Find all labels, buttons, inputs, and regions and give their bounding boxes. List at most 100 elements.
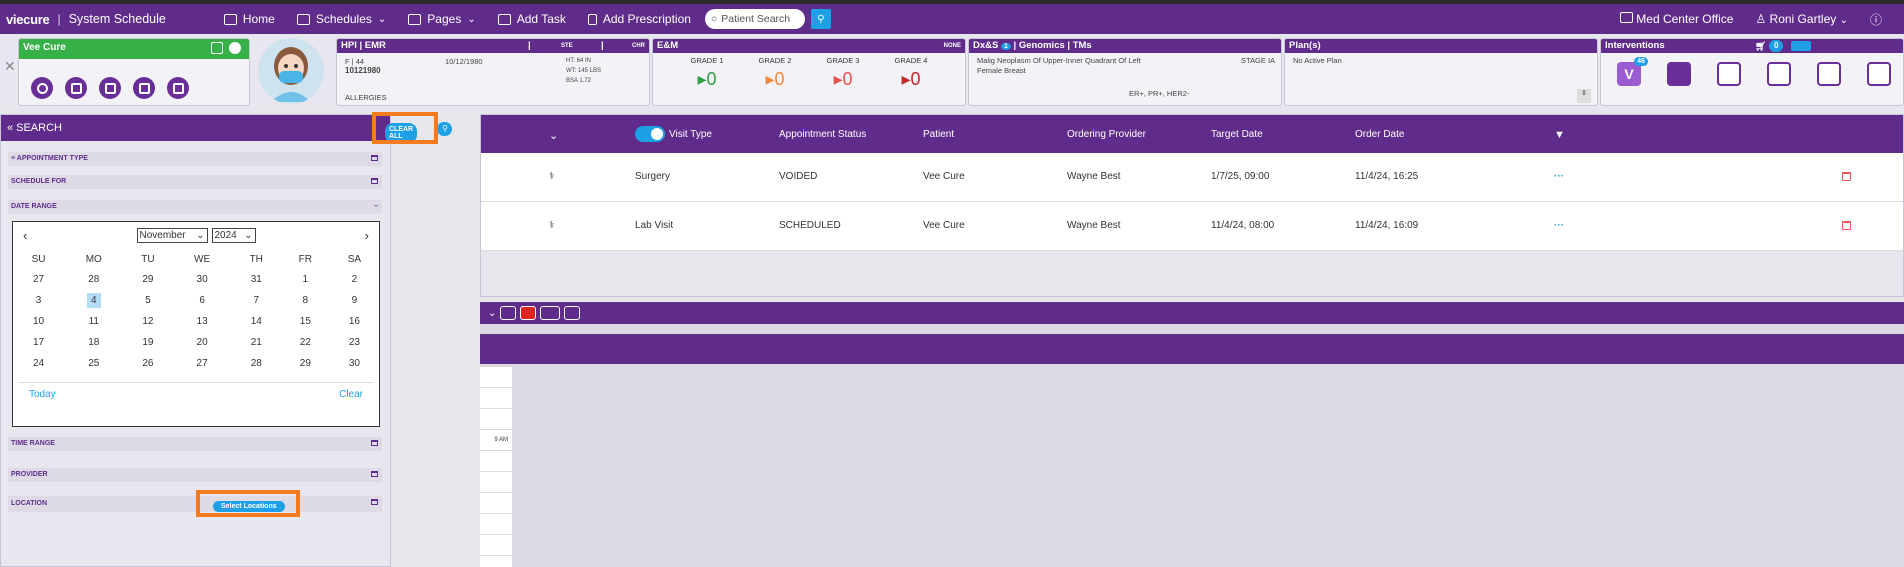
calendar-day[interactable]: 7: [232, 290, 281, 311]
calendar-day[interactable]: 29: [123, 269, 172, 290]
calendar-day[interactable]: 24: [13, 353, 64, 374]
calendar-day[interactable]: 9: [330, 290, 379, 311]
calendar-day[interactable]: 30: [330, 353, 379, 374]
calendar-day[interactable]: 1: [281, 269, 330, 290]
nav-pages[interactable]: Pages ⌄: [408, 12, 476, 26]
appointment-type-section[interactable]: ≡ APPOINTMENT TYPE: [8, 152, 382, 166]
diagnosis-text[interactable]: Malig Neoplasm Of Upper-Inner Quadrant O…: [977, 56, 1147, 76]
grade-4[interactable]: GRADE 4 ▸0: [895, 56, 928, 90]
verify-cart-icon[interactable]: [1791, 41, 1811, 51]
clipboard-icon[interactable]: [99, 77, 121, 99]
prev-month-icon[interactable]: ‹: [23, 228, 27, 243]
search-submit-button[interactable]: ⚲: [438, 122, 452, 136]
maximize-icon[interactable]: [371, 440, 378, 446]
nav-home[interactable]: Home: [223, 12, 275, 26]
expand-all-icon[interactable]: ⌄: [549, 129, 558, 142]
date-range-section[interactable]: DATE RANGE –: [8, 200, 382, 214]
schedule-for-section[interactable]: SCHEDULE FOR: [8, 175, 382, 189]
col-patient[interactable]: Patient: [923, 129, 954, 140]
calendar-day[interactable]: 11: [64, 311, 123, 332]
calendar-day[interactable]: 22: [281, 332, 330, 353]
time-slot[interactable]: [480, 367, 512, 388]
grade-3[interactable]: GRADE 3 ▸0: [827, 56, 860, 90]
plan-title[interactable]: Plan(s): [1289, 40, 1321, 51]
calendar-day[interactable]: 29: [281, 353, 330, 374]
edit-icon[interactable]: [211, 42, 223, 54]
time-slot[interactable]: [480, 514, 512, 535]
cell-patient[interactable]: Vee Cure: [923, 220, 965, 231]
calendar-day[interactable]: 14: [232, 311, 281, 332]
calendar-day[interactable]: 13: [172, 311, 231, 332]
calendar-day[interactable]: 8: [281, 290, 330, 311]
calendar-day[interactable]: 26: [123, 353, 172, 374]
calendar-day[interactable]: 5: [123, 290, 172, 311]
document-icon[interactable]: [167, 77, 189, 99]
globe-icon[interactable]: [31, 77, 53, 99]
time-slot[interactable]: [480, 472, 512, 493]
add-intervention-icon[interactable]: [1867, 62, 1891, 86]
user-menu[interactable]: ♙ Roni Gartley ⌄: [1755, 12, 1848, 26]
month-select[interactable]: November ⌄: [136, 228, 208, 243]
location-section[interactable]: LOCATION: [8, 496, 382, 512]
calendar-day[interactable]: 15: [281, 311, 330, 332]
ste-tab[interactable]: STE: [561, 39, 573, 53]
hpi-title[interactable]: HPI | EMR: [341, 40, 386, 51]
clear-link[interactable]: Clear: [339, 389, 363, 400]
nav-add-prescription[interactable]: Add Prescription: [587, 12, 691, 26]
more-options-icon[interactable]: ···: [1554, 171, 1564, 182]
calendar-day[interactable]: 19: [123, 332, 172, 353]
filter-icon[interactable]: ▼: [1554, 129, 1565, 141]
calendar-day[interactable]: 31: [232, 269, 281, 290]
calendar-day[interactable]: 18: [64, 332, 123, 353]
calendar-day[interactable]: 20: [172, 332, 231, 353]
time-range-section[interactable]: TIME RANGE: [8, 437, 382, 451]
calendar-day[interactable]: 16: [330, 311, 379, 332]
patient-name[interactable]: Vee Cure: [23, 42, 66, 53]
cell-patient[interactable]: Vee Cure: [923, 171, 965, 182]
stop-icon[interactable]: [520, 306, 537, 320]
minimize-icon[interactable]: –: [374, 200, 378, 214]
chart-icon[interactable]: [1767, 62, 1791, 86]
calendar-day[interactable]: 21: [232, 332, 281, 353]
cart-icon[interactable]: 🛒︎: [1755, 39, 1766, 53]
app-logo[interactable]: viecure: [6, 12, 50, 27]
nav-schedules[interactable]: Schedules ⌄: [296, 12, 386, 26]
time-slot[interactable]: [480, 535, 512, 556]
calendar-day[interactable]: 23: [330, 332, 379, 353]
calendar-day[interactable]: 27: [13, 269, 64, 290]
maximize-icon[interactable]: [371, 155, 378, 161]
scroll-stepper-icon[interactable]: ⇕: [1577, 89, 1591, 103]
collapse-icon[interactable]: «: [7, 122, 13, 134]
maximize-icon[interactable]: [371, 178, 378, 184]
grade-2[interactable]: GRADE 2 ▸0: [759, 56, 792, 90]
time-slot[interactable]: [480, 388, 512, 409]
time-slot[interactable]: [480, 409, 512, 430]
calendar-day[interactable]: 10: [13, 311, 64, 332]
nav-add-task[interactable]: Add Task: [497, 12, 566, 26]
calendar-day-selected[interactable]: 4: [64, 290, 123, 311]
toggle-view-icon[interactable]: [540, 306, 561, 320]
interventions-title[interactable]: Interventions: [1605, 40, 1665, 51]
dx-title[interactable]: Dx&S: [973, 40, 998, 51]
next-month-icon[interactable]: ›: [365, 228, 369, 243]
col-status[interactable]: Appointment Status: [779, 129, 866, 140]
print-icon[interactable]: [500, 306, 517, 320]
time-slot[interactable]: [480, 493, 512, 514]
collapse-icon[interactable]: ⌄: [488, 308, 496, 319]
table-row[interactable]: ⚕ Lab Visit SCHEDULED Vee Cure Wayne Bes…: [481, 202, 1903, 251]
stethoscope-icon[interactable]: ⚕: [549, 220, 554, 231]
grade-1[interactable]: GRADE 1 ▸0: [691, 56, 724, 90]
calendar-day[interactable]: 17: [13, 332, 64, 353]
allergies-label[interactable]: ALLERGIES: [345, 93, 387, 102]
table-row[interactable]: ⚕ Surgery VOIDED Vee Cure Wayne Best 1/7…: [481, 153, 1903, 202]
patient-search-button[interactable]: ⚲: [810, 9, 831, 29]
trash-icon[interactable]: [1842, 172, 1851, 181]
calendar-day[interactable]: 30: [172, 269, 231, 290]
calendar-icon[interactable]: [65, 77, 87, 99]
patient-avatar[interactable]: [258, 38, 324, 104]
visit-type-toggle[interactable]: [635, 126, 665, 142]
maximize-icon[interactable]: [371, 471, 378, 477]
mail-icon[interactable]: [133, 77, 155, 99]
eye-icon[interactable]: [564, 306, 581, 320]
stethoscope-icon[interactable]: ⚕: [549, 171, 554, 182]
